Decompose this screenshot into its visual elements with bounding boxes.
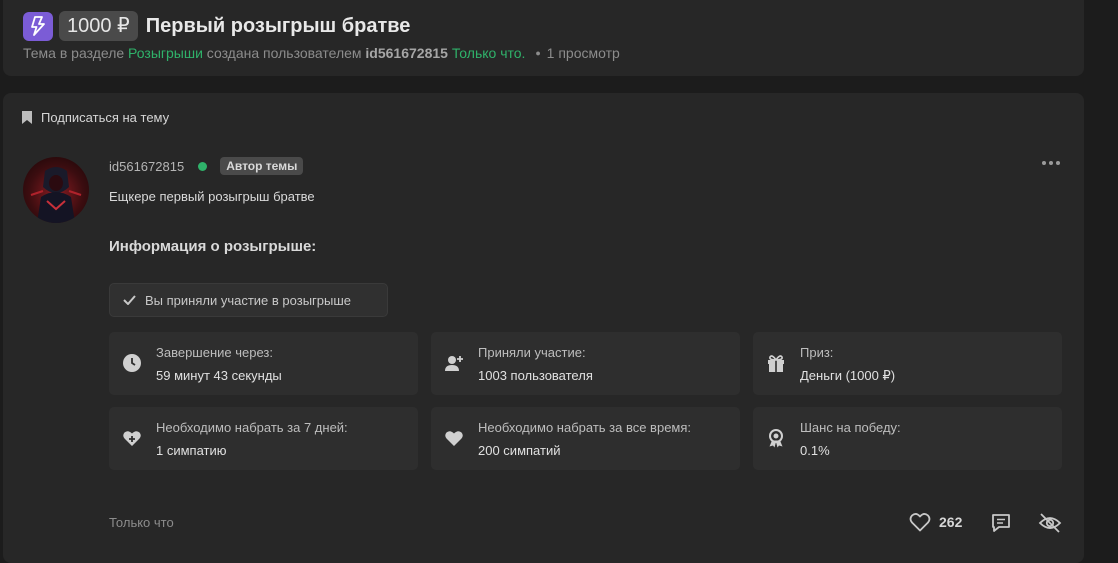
post-text: Ещкере первый розыгрыш братве	[109, 189, 315, 204]
meta-prefix: Тема в разделе	[23, 45, 125, 61]
subscribe-button[interactable]: Подписаться на тему	[22, 110, 169, 125]
tile-label: Шанс на победу:	[800, 420, 901, 435]
tile-value: 1 симпатию	[156, 443, 227, 458]
info-tile-prize: Приз: Деньги (1000 ₽)	[753, 332, 1062, 395]
info-tile-likes-7-days: Необходимо набрать за 7 дней: 1 симпатию	[109, 407, 418, 470]
hooded-figure-avatar-image	[30, 167, 82, 223]
author-link[interactable]: id561672815	[365, 45, 448, 61]
avatar[interactable]	[23, 157, 89, 223]
thread-meta: Тема в разделе Розыгрыши создана пользов…	[23, 45, 620, 61]
meta-created-by: создана пользователем	[206, 45, 362, 61]
post-author-row: id561672815 Автор темы	[109, 157, 304, 175]
bolt-prefix-badge	[23, 11, 53, 41]
gift-icon	[768, 355, 784, 372]
comment-icon	[992, 514, 1010, 532]
tile-value: 59 минут 43 секунды	[156, 368, 282, 383]
lightning-icon	[31, 16, 45, 36]
tile-label: Необходимо набрать за все время:	[478, 420, 692, 435]
reply-button[interactable]	[990, 512, 1012, 539]
tile-value: 0.1%	[800, 443, 830, 458]
page-title: Первый розыгрыш братве	[145, 14, 411, 37]
check-icon	[123, 295, 136, 305]
info-tile-win-chance: Шанс на победу: 0.1%	[753, 407, 1062, 470]
post-timestamp[interactable]: Только что	[109, 515, 174, 530]
joined-label: Вы приняли участие в розыгрыше	[145, 292, 352, 308]
giveaway-info-heading: Информация о розыгрыше:	[109, 238, 317, 255]
tile-value: 200 симпатий	[478, 443, 561, 458]
meta-separator-dot: ●	[535, 48, 541, 58]
bookmark-icon	[22, 111, 32, 124]
author-badge: Автор темы	[220, 157, 304, 175]
info-tile-participants: Приняли участие: 1003 пользователя	[431, 332, 740, 395]
hide-button[interactable]	[1038, 512, 1062, 539]
tile-label: Завершение через:	[156, 345, 273, 360]
tile-label: Необходимо набрать за 7 дней:	[156, 420, 348, 435]
info-tile-likes-all-time: Необходимо набрать за все время: 200 сим…	[431, 407, 740, 470]
section-link[interactable]: Розыгрыши	[128, 45, 203, 61]
eye-off-icon	[1038, 513, 1062, 533]
price-badge: 1000 ₽	[59, 11, 138, 41]
user-plus-icon	[445, 356, 463, 371]
clock-icon	[123, 354, 141, 372]
thread-header: 1000 ₽ Первый розыгрыш братве Тема в раз…	[3, 0, 1084, 76]
like-button[interactable]: 262	[909, 512, 962, 532]
tile-value[interactable]: 1003 пользователя	[478, 368, 593, 383]
post-author-name[interactable]: id561672815	[109, 159, 184, 174]
thread-title-row: 1000 ₽ Первый розыгрыш братве	[23, 11, 410, 41]
post-card: Подписаться на тему id561672815 Автор те…	[3, 93, 1084, 563]
heart-outline-icon	[909, 513, 931, 532]
like-count: 262	[939, 514, 963, 530]
heart-icon	[445, 431, 463, 446]
heart-plus-icon	[123, 431, 141, 446]
tile-label: Приз:	[800, 345, 834, 360]
joined-giveaway-button[interactable]: Вы приняли участие в розыгрыше	[109, 283, 388, 317]
subscribe-label: Подписаться на тему	[41, 110, 170, 125]
online-status-dot	[198, 161, 208, 171]
info-tile-ends-in: Завершение через: 59 минут 43 секунды	[109, 332, 418, 395]
more-options-icon[interactable]	[1042, 161, 1060, 165]
award-icon	[769, 429, 783, 448]
tile-value: Деньги (1000 ₽)	[800, 368, 896, 383]
tile-label: Приняли участие:	[478, 345, 586, 360]
meta-views: 1 просмотр	[546, 45, 620, 61]
meta-time: Только что.	[451, 45, 526, 61]
